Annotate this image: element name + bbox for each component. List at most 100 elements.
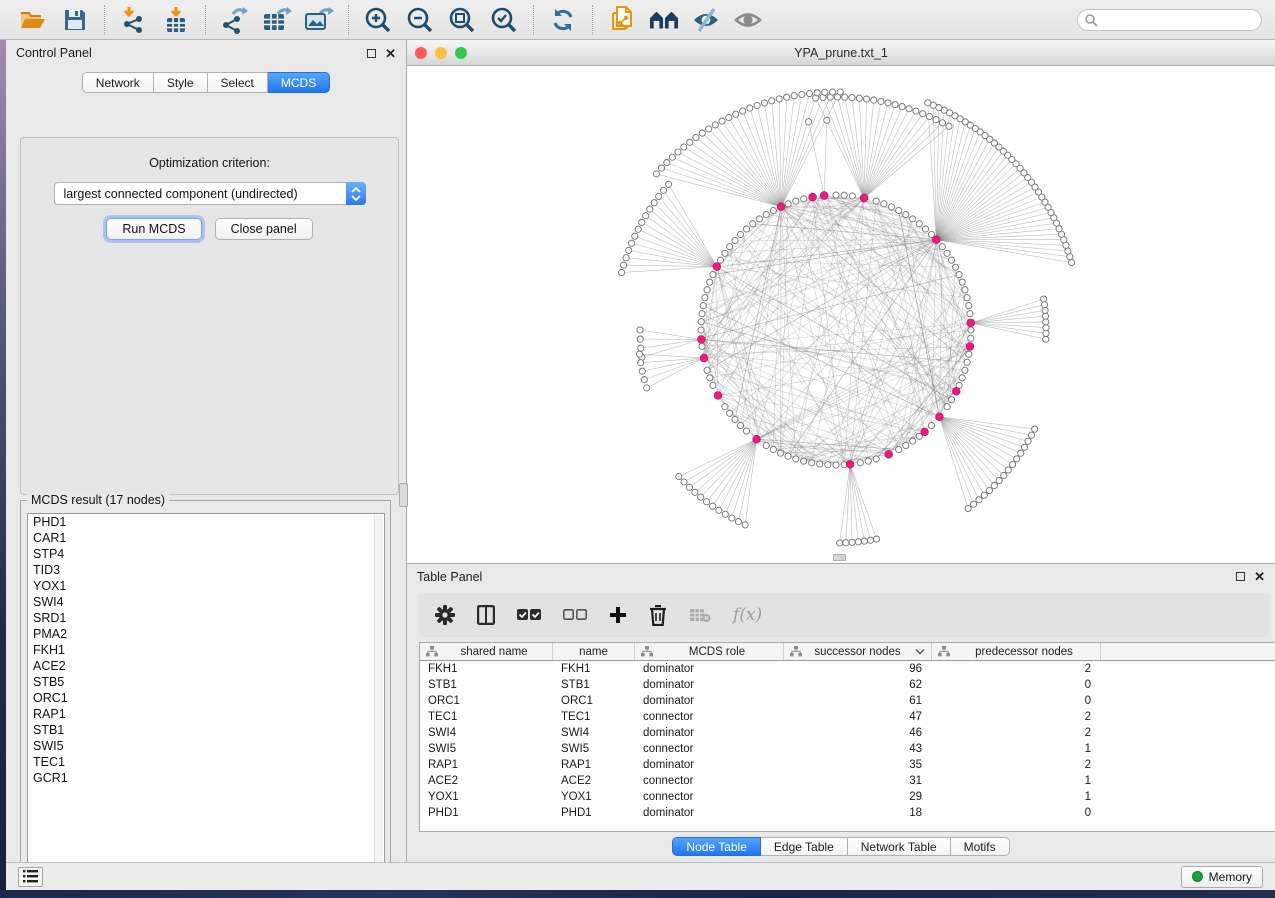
table-row[interactable]: FKH1FKH1dominator962 — [420, 661, 1275, 677]
search-input[interactable] — [1077, 9, 1262, 31]
table-cell: 2 — [932, 711, 1101, 723]
share-document-icon[interactable] — [607, 5, 637, 35]
table-cell: 18 — [784, 807, 932, 819]
refresh-icon[interactable] — [548, 5, 578, 35]
task-history-button[interactable] — [18, 867, 43, 887]
table-cell: dominator — [635, 663, 784, 675]
show-columns-icon[interactable] — [477, 605, 495, 625]
table-row[interactable]: PHD1PHD1dominator180 — [420, 805, 1275, 821]
mcds-result-list[interactable]: PHD1CAR1STP4TID3YOX1SWI4SRD1PMA2FKH1ACE2… — [27, 513, 385, 871]
toolbar-separator — [592, 5, 593, 35]
table-cell: PHD1 — [420, 807, 553, 819]
table-cell: FKH1 — [420, 663, 553, 675]
network-canvas[interactable] — [407, 66, 1275, 562]
column-header-name[interactable]: name — [553, 643, 635, 660]
tab-select[interactable]: Select — [208, 72, 268, 93]
table-cell: ORC1 — [553, 695, 635, 707]
table-row[interactable]: SWI4SWI4dominator462 — [420, 725, 1275, 741]
dropdown-stepper-icon — [346, 182, 366, 205]
table-cell: SWI5 — [553, 743, 635, 755]
table-row[interactable]: RAP1RAP1dominator352 — [420, 757, 1275, 773]
houses-icon[interactable] — [649, 5, 679, 35]
mcds-result-item[interactable]: SRD1 — [28, 610, 384, 626]
table-row[interactable]: TEC1TEC1connector472 — [420, 709, 1275, 725]
tab-style[interactable]: Style — [154, 72, 208, 93]
panel-title: Control Panel — [16, 46, 92, 60]
network-window-titlebar[interactable]: YPA_prune.txt_1 — [407, 40, 1275, 66]
mcds-result-item[interactable]: YOX1 — [28, 578, 384, 594]
close-panel-icon[interactable]: ✕ — [1254, 572, 1265, 581]
table-cell: connector — [635, 711, 784, 723]
table-row[interactable]: YOX1YOX1connector291 — [420, 789, 1275, 805]
column-header-shared-name[interactable]: shared name — [420, 643, 553, 660]
save-icon[interactable] — [60, 5, 90, 35]
mcds-result-item[interactable]: SWI4 — [28, 594, 384, 610]
table-row[interactable]: ACE2ACE2connector311 — [420, 773, 1275, 789]
zoom-out-icon[interactable] — [405, 5, 435, 35]
zoom-fit-icon[interactable] — [447, 5, 477, 35]
horizontal-splitter-grip[interactable] — [833, 554, 846, 561]
export-table-icon[interactable] — [262, 5, 292, 35]
export-network-icon[interactable] — [220, 5, 250, 35]
dropdown-value: largest connected component (undirected) — [55, 187, 298, 201]
mcds-result-item[interactable]: SWI5 — [28, 738, 384, 754]
column-header-predecessor-nodes[interactable]: predecessor nodes — [932, 643, 1101, 660]
table-cell: 31 — [784, 775, 932, 787]
table-cell: PHD1 — [553, 807, 635, 819]
close-panel-button[interactable]: Close panel — [215, 218, 313, 240]
float-panel-icon[interactable] — [1236, 572, 1245, 581]
tab-mcds[interactable]: MCDS — [268, 72, 330, 93]
deselect-checks-icon[interactable] — [563, 608, 587, 622]
tab-network[interactable]: Network — [82, 72, 154, 93]
table-row[interactable]: ORC1ORC1dominator610 — [420, 693, 1275, 709]
table-row[interactable]: STB1STB1dominator620 — [420, 677, 1275, 693]
export-image-icon[interactable] — [304, 5, 334, 35]
mcds-result-item[interactable]: GCR1 — [28, 770, 384, 786]
eye-icon[interactable] — [733, 5, 763, 35]
mcds-result-item[interactable]: RAP1 — [28, 706, 384, 722]
mcds-result-item[interactable]: CAR1 — [28, 530, 384, 546]
vertical-splitter-grip[interactable] — [399, 483, 408, 507]
mcds-result-item[interactable]: PHD1 — [28, 514, 384, 530]
list-scrollbar[interactable] — [374, 515, 383, 871]
table-row[interactable]: SWI5SWI5connector431 — [420, 741, 1275, 757]
eye-hidden-icon[interactable] — [691, 5, 721, 35]
delete-column-icon[interactable] — [649, 605, 667, 626]
memory-label: Memory — [1209, 870, 1252, 884]
column-label: predecessor nodes — [954, 646, 1100, 658]
mcds-result-item[interactable]: PMA2 — [28, 626, 384, 642]
network-graph[interactable] — [407, 66, 1275, 562]
tab-node-table[interactable]: Node Table — [672, 837, 761, 856]
column-header-MCDS-role[interactable]: MCDS role — [635, 643, 784, 660]
memory-button[interactable]: Memory — [1181, 866, 1263, 888]
mcds-result-item[interactable]: FKH1 — [28, 642, 384, 658]
mcds-result-item[interactable]: STP4 — [28, 546, 384, 562]
zoom-in-icon[interactable] — [363, 5, 393, 35]
mcds-result-item[interactable]: STB1 — [28, 722, 384, 738]
folder-open-icon[interactable] — [18, 5, 48, 35]
add-column-icon[interactable] — [609, 606, 627, 624]
table-cell: 35 — [784, 759, 932, 771]
run-mcds-button[interactable]: Run MCDS — [106, 218, 201, 240]
mcds-result-item[interactable]: ORC1 — [28, 690, 384, 706]
zoom-selected-icon[interactable] — [489, 5, 519, 35]
settings-gear-icon[interactable] — [435, 605, 455, 625]
import-network-icon[interactable] — [119, 5, 149, 35]
tab-network-table[interactable]: Network Table — [848, 837, 951, 856]
mcds-result-item[interactable]: TEC1 — [28, 754, 384, 770]
table-body: FKH1FKH1dominator962STB1STB1dominator620… — [420, 661, 1275, 821]
mcds-result-item[interactable]: STB5 — [28, 674, 384, 690]
float-panel-icon[interactable] — [367, 49, 376, 58]
tab-edge-table[interactable]: Edge Table — [761, 837, 848, 856]
mcds-result-item[interactable]: TID3 — [28, 562, 384, 578]
desktop-wallpaper-strip — [0, 890, 1275, 898]
tab-motifs[interactable]: Motifs — [951, 837, 1010, 856]
table-panel-header: Table Panel ✕ — [407, 564, 1275, 589]
close-panel-icon[interactable]: ✕ — [385, 49, 396, 58]
optimization-dropdown[interactable]: largest connected component (undirected) — [54, 182, 366, 205]
import-table-icon[interactable] — [161, 5, 191, 35]
function-builder-icon: f(x) — [733, 605, 762, 625]
mcds-result-item[interactable]: ACE2 — [28, 658, 384, 674]
select-all-checks-icon[interactable] — [517, 608, 541, 622]
column-header-successor-nodes[interactable]: successor nodes — [784, 643, 932, 660]
